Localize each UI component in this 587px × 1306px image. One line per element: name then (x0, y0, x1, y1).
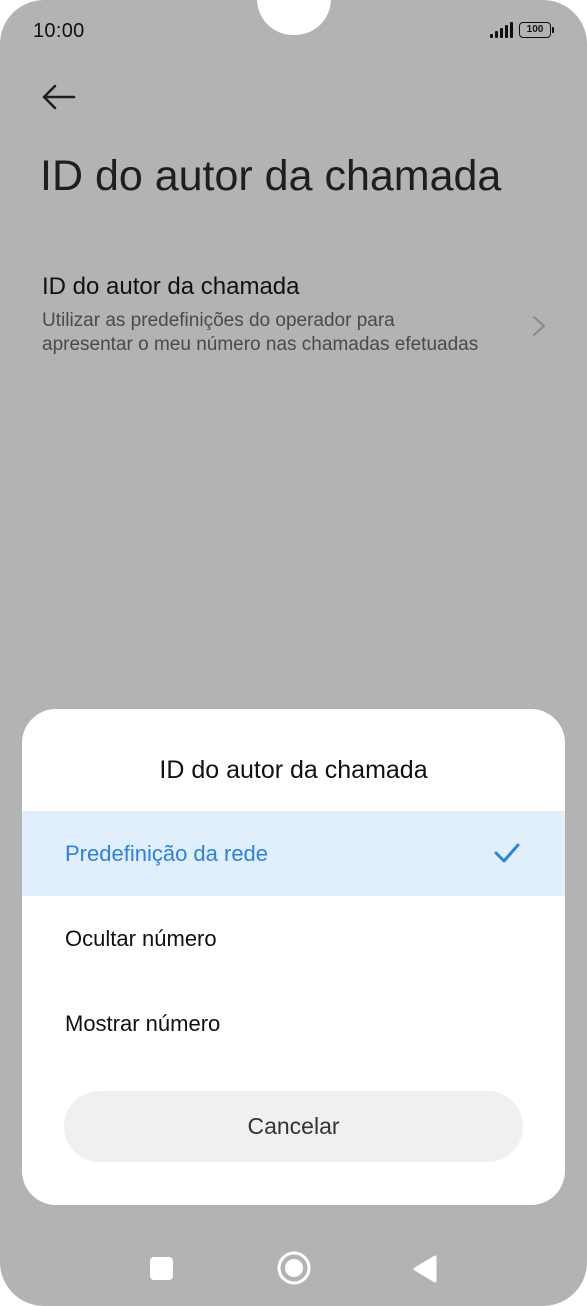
setting-title: ID do autor da chamada (42, 273, 300, 300)
option-network-default[interactable]: Predefinição da rede (22, 811, 565, 896)
option-show-number[interactable]: Mostrar número (22, 981, 565, 1066)
signal-icon (490, 22, 513, 38)
caller-id-dialog: ID do autor da chamada Predefinição da r… (22, 709, 565, 1205)
navigation-bar (0, 1230, 587, 1306)
battery-level: 100 (526, 24, 544, 35)
status-icons: 100 (490, 22, 554, 38)
setting-item-caller-id[interactable]: ID do autor da chamada Utilizar as prede… (0, 268, 587, 388)
battery-icon: 100 (519, 22, 554, 38)
page-title: ID do autor da chamada (40, 152, 502, 200)
cancel-button[interactable]: Cancelar (64, 1091, 523, 1162)
check-icon (494, 843, 520, 863)
option-label: Mostrar número (65, 1011, 221, 1036)
status-time: 10:00 (33, 20, 85, 42)
home-circle-icon[interactable] (276, 1250, 312, 1286)
setting-description: Utilizar as predefinições do operador pa… (42, 310, 479, 355)
back-triangle-icon[interactable] (411, 1254, 437, 1284)
back-arrow-icon[interactable] (40, 82, 76, 112)
phone-screen: 10:00 100 ID do autor da chamada ID do a… (0, 0, 587, 1306)
option-hide-number[interactable]: Ocultar número (22, 896, 565, 981)
option-label: Ocultar número (65, 926, 217, 951)
chevron-right-icon (533, 316, 545, 336)
dialog-title: ID do autor da chamada (159, 756, 428, 784)
recents-square-icon[interactable] (150, 1257, 173, 1280)
option-label: Predefinição da rede (65, 841, 269, 866)
